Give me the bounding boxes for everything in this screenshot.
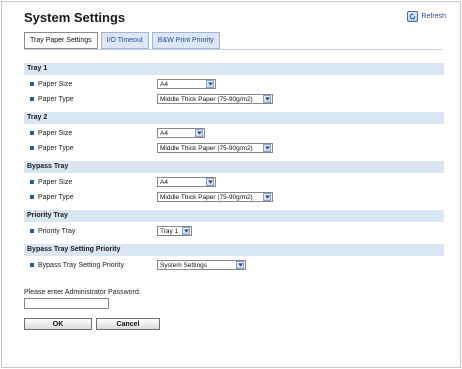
section-bypass-header: Bypass Tray [24,161,444,173]
bullet-icon [30,229,34,233]
ok-button[interactable]: OK [24,318,92,330]
refresh-icon [407,11,419,22]
chevron-down-icon [206,178,214,186]
priority-tray-value: Tray 1 [160,227,179,235]
bypass-paper-size-value: A4 [160,178,168,186]
tray1-paper-type-value: Middle Thick Paper (75-90g/m2) [160,95,253,103]
tray2-paper-type-value: Middle Thick Paper (75-90g/m2) [160,144,253,152]
chevron-down-icon [195,129,203,137]
bypass-priority-value: System Settings [160,261,207,269]
tray1-paper-type-select[interactable]: Middle Thick Paper (75-90g/m2) [157,94,273,104]
chevron-down-icon [263,95,271,103]
refresh-label: Refresh [421,13,446,20]
section-priority-header: Priority Tray [24,210,444,222]
bullet-icon [30,82,34,86]
bypass-paper-type-value: Middle Thick Paper (75-90g/m2) [160,193,253,201]
priority-tray-label: Priority Tray [38,227,76,235]
tab-bar: Tray Paper Settings I/O Timeout B&W Prin… [24,32,220,49]
tray1-paper-size-value: A4 [160,80,168,88]
tab-io-timeout[interactable]: I/O Timeout [100,32,149,49]
bypass-paper-size-select[interactable]: A4 [157,177,216,187]
chevron-down-icon [263,144,271,152]
chevron-down-icon [206,80,214,88]
tray1-paper-type-label: Paper Type [38,95,74,103]
bullet-icon [30,146,34,150]
bypass-paper-type-label: Paper Type [38,193,74,201]
bullet-icon [30,195,34,199]
tab-tray-paper-settings[interactable]: Tray Paper Settings [24,32,98,49]
bypass-priority-label: Bypass Tray Setting Priority [38,261,124,269]
password-label: Please enter Administrator Password. [24,289,141,296]
password-input[interactable] [24,298,109,309]
tray2-paper-size-value: A4 [160,129,168,137]
section-tray1-header: Tray 1 [24,63,444,75]
bullet-icon [30,180,34,184]
chevron-down-icon [236,261,244,269]
tray2-paper-type-select[interactable]: Middle Thick Paper (75-90g/m2) [157,143,273,153]
tab-divider [24,49,442,50]
refresh-button[interactable]: Refresh [407,11,446,22]
cancel-button[interactable]: Cancel [96,318,160,330]
bypass-priority-select[interactable]: System Settings [157,260,246,270]
bypass-paper-size-label: Paper Size [38,178,73,186]
section-tray2-header: Tray 2 [24,112,444,124]
bullet-icon [30,97,34,101]
chevron-down-icon [263,193,271,201]
bypass-paper-type-select[interactable]: Middle Thick Paper (75-90g/m2) [157,192,273,202]
tab-bw-print-priority[interactable]: B&W Print Priority [151,32,220,49]
tray1-paper-size-select[interactable]: A4 [157,79,216,89]
tray2-paper-type-label: Paper Type [38,144,74,152]
tray1-paper-size-label: Paper Size [38,80,73,88]
bullet-icon [30,263,34,267]
bullet-icon [30,131,34,135]
tray2-paper-size-label: Paper Size [38,129,73,137]
chevron-down-icon [182,227,190,235]
section-bypass-priority-header: Bypass Tray Setting Priority [24,244,444,256]
priority-tray-select[interactable]: Tray 1 [157,226,192,236]
page-title: System Settings [24,10,126,25]
tray2-paper-size-select[interactable]: A4 [157,128,205,138]
